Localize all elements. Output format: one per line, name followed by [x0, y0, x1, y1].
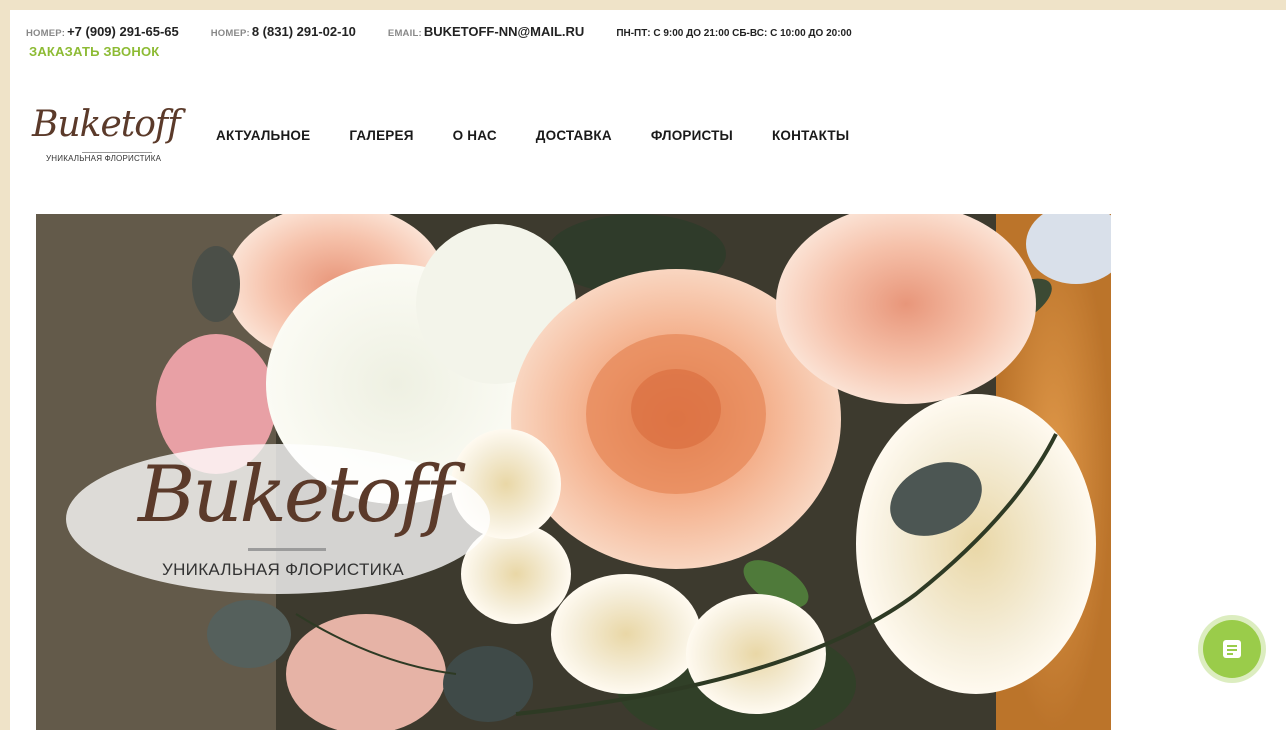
phone-2-label: НОМЕР: [210, 28, 250, 39]
hero-banner: Buketoff УНИКАЛЬНАЯ ФЛОРИСТИКА [36, 214, 1111, 730]
site-logo[interactable]: Buketoff УНИКАЛЬНАЯ ФЛОРИСТИКА [32, 104, 182, 168]
nav-item-about[interactable]: О НАС [453, 128, 497, 143]
phone-1-label: НОМЕР: [26, 28, 66, 39]
hero-logo-badge: Buketoff УНИКАЛЬНАЯ ФЛОРИСТИКА [66, 444, 490, 594]
email-value[interactable]: BUKETOFF-NN@MAIL.RU [424, 24, 584, 39]
chat-form-icon [1223, 640, 1241, 658]
working-hours: ПН-ПТ: С 9:00 ДО 21:00 СБ-ВС: С 10:00 ДО… [616, 28, 851, 39]
nav-item-actual[interactable]: АКТУАЛЬНОЕ [216, 128, 310, 143]
hero-logo-tagline: УНИКАЛЬНАЯ ФЛОРИСТИКА [162, 560, 404, 579]
email-label: EMAIL: [387, 28, 422, 39]
phone-1-value[interactable]: +7 (909) 291-65-65 [67, 24, 179, 39]
nav-item-contacts[interactable]: КОНТАКТЫ [772, 128, 849, 143]
nav-item-delivery[interactable]: ДОСТАВКА [536, 128, 612, 143]
phone-2[interactable]: НОМЕР: 8 (831) 291-02-10 [211, 24, 356, 39]
chat-widget-button[interactable] [1203, 620, 1261, 678]
phone-2-value[interactable]: 8 (831) 291-02-10 [252, 24, 356, 39]
email[interactable]: EMAIL: BUKETOFF-NN@MAIL.RU [388, 24, 584, 39]
logo-divider [82, 152, 152, 153]
hero-logo-name: Buketoff [138, 450, 454, 540]
working-hours-text: ПН-ПТ: С 9:00 ДО 21:00 СБ-ВС: С 10:00 ДО… [616, 28, 852, 39]
contact-bar: НОМЕР: +7 (909) 291-65-65 НОМЕР: 8 (831)… [26, 24, 884, 42]
logo-tagline: УНИКАЛЬНАЯ ФЛОРИСТИКА [46, 154, 162, 163]
page: НОМЕР: +7 (909) 291-65-65 НОМЕР: 8 (831)… [10, 10, 1286, 730]
nav-item-gallery[interactable]: ГАЛЕРЕЯ [349, 128, 413, 143]
request-callback-link[interactable]: ЗАКАЗАТЬ ЗВОНОК [29, 44, 159, 59]
hero-logo-divider [248, 548, 326, 551]
nav-item-florists[interactable]: ФЛОРИСТЫ [651, 128, 733, 143]
main-nav: АКТУАЛЬНОЕ ГАЛЕРЕЯ О НАС ДОСТАВКА ФЛОРИС… [216, 128, 888, 143]
logo-name: Buketoff [32, 104, 181, 145]
phone-1[interactable]: НОМЕР: +7 (909) 291-65-65 [26, 24, 179, 39]
